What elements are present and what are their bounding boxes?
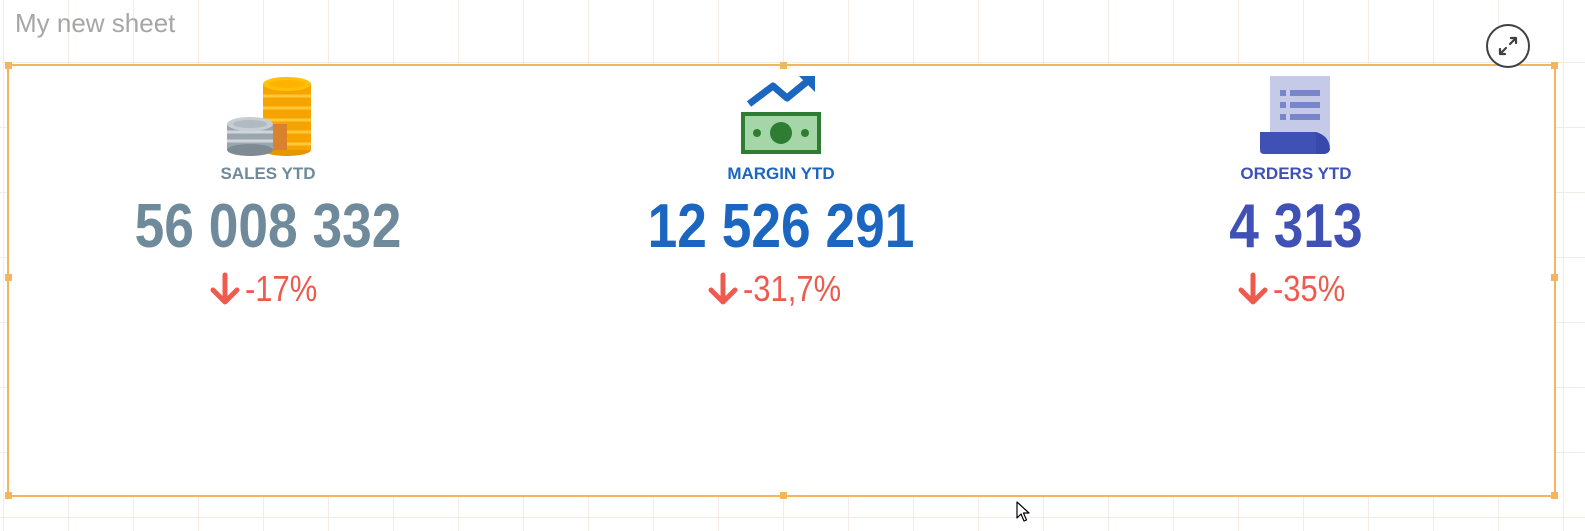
arrow-down-icon [1238,272,1268,305]
coins-icon [227,77,311,156]
kpi-object-selected[interactable]: SALES YTD 56 008 332 -17% MARGIN YTD 12 … [5,62,1558,499]
expand-icon [1498,36,1518,56]
kpi-value: 56 008 332 [134,192,402,261]
kpi-sales[interactable]: SALES YTD 56 008 332 -17% [88,74,448,310]
money-trend-up-icon [741,76,821,154]
kpi-change-value: -17% [244,268,318,309]
resize-handle-top[interactable] [780,62,787,69]
resize-handle-bottom-right[interactable] [1551,492,1558,499]
kpi-label: MARGIN YTD [727,164,835,183]
resize-handle-bottom-left[interactable] [5,492,12,499]
kpi-label: ORDERS YTD [1240,164,1352,183]
kpi-orders[interactable]: ORDERS YTD 4 313 -35% [1116,74,1476,310]
kpi-change-value: -31,7% [742,268,842,309]
resize-handle-bottom[interactable] [780,492,787,499]
kpi-change: -17% [88,268,448,310]
mouse-pointer-icon [1016,501,1030,522]
resize-handle-top-left[interactable] [5,62,12,69]
expand-button[interactable] [1486,24,1530,68]
sheet-canvas: My new sheet SALES YTD 56 008 332 -17% M… [0,0,1585,531]
kpi-change: -31,7% [601,268,961,310]
kpi-margin[interactable]: MARGIN YTD 12 526 291 -31,7% [601,74,961,310]
resize-handle-top-right[interactable] [1551,62,1558,69]
arrow-down-icon [708,272,738,305]
arrow-down-icon [210,272,240,305]
receipt-list-icon [1260,76,1330,154]
resize-handle-left[interactable] [5,274,12,281]
kpi-label: SALES YTD [220,164,316,183]
kpi-value: 4 313 [1229,192,1363,261]
resize-handle-right[interactable] [1551,274,1558,281]
sheet-title: My new sheet [15,8,176,38]
kpi-value: 12 526 291 [647,192,915,261]
kpi-change-value: -35% [1272,268,1346,309]
kpi-change: -35% [1116,268,1476,310]
